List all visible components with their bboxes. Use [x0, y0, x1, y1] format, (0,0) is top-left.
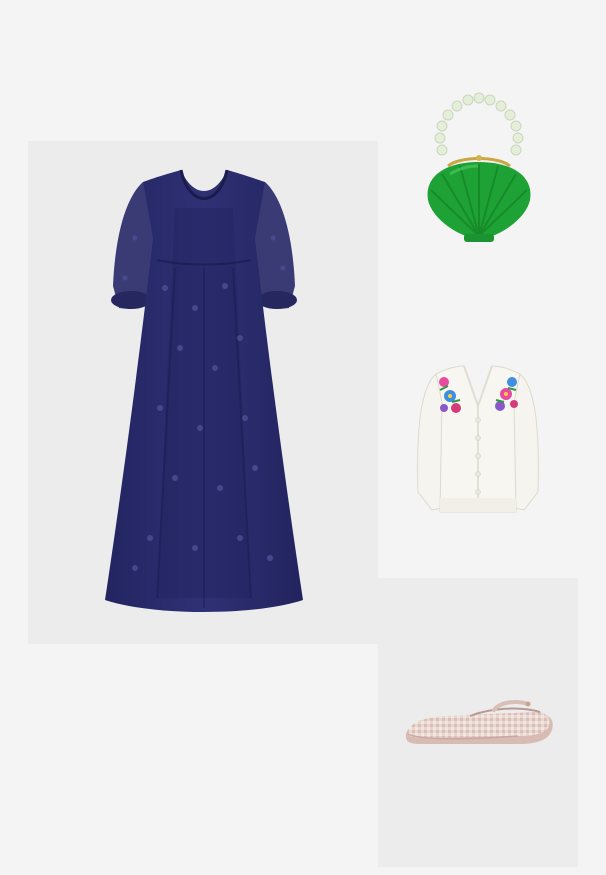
outfit-collage [0, 0, 606, 875]
dress-icon [105, 169, 303, 612]
green-shell-bag-image[interactable] [420, 90, 538, 248]
sequin-flat-shoe-image[interactable] [400, 694, 558, 750]
cardigan-icon [417, 365, 539, 513]
white-cardigan-image[interactable] [414, 362, 542, 518]
navy-dress-image[interactable] [105, 168, 303, 620]
shell-bag-icon [427, 92, 531, 242]
flat-shoe-icon [405, 700, 553, 744]
